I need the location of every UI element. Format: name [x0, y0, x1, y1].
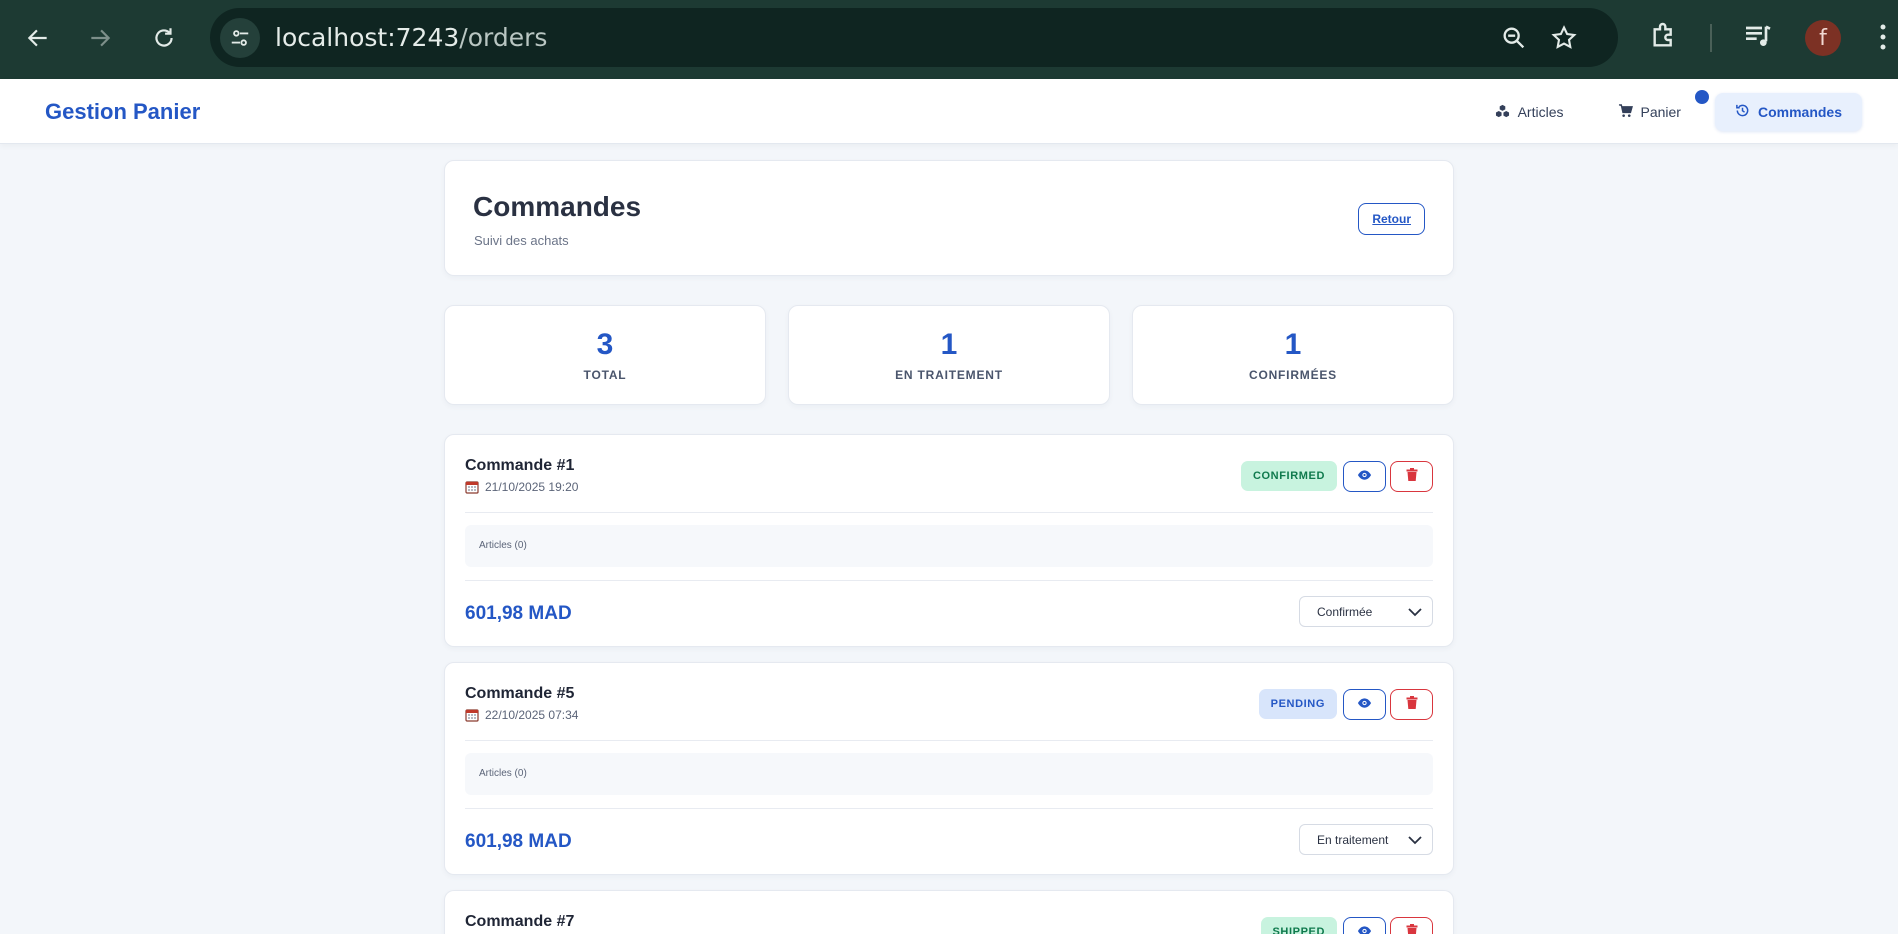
divider	[465, 740, 1433, 741]
page-title: Commandes	[473, 191, 642, 222]
cart-count-badge	[1694, 89, 1709, 104]
page-title-card: Commandes Suivi des achats Retour	[444, 160, 1454, 276]
order-card: Commande #7 SHIPPED	[444, 890, 1454, 934]
status-badge: SHIPPED	[1260, 917, 1337, 934]
view-order-button[interactable]	[1343, 917, 1386, 934]
order-title: Commande #7	[465, 913, 575, 930]
back-button[interactable]: Retour	[1358, 203, 1425, 235]
reload-icon[interactable]	[144, 18, 184, 58]
trash-icon	[1406, 467, 1418, 486]
divider	[465, 580, 1433, 581]
divider	[465, 512, 1433, 513]
extensions-icon[interactable]	[1648, 20, 1680, 57]
nav-panier[interactable]: Panier	[1598, 89, 1709, 131]
back-arrow-icon[interactable]	[18, 18, 58, 58]
order-date: 22/10/2025 07:34	[465, 708, 578, 722]
stat-value: 1	[940, 328, 958, 361]
stat-total: 3 TOTAL	[444, 305, 766, 405]
nav-commandes-label: Commandes	[1757, 104, 1842, 120]
view-order-button[interactable]	[1343, 689, 1386, 720]
brand-logo[interactable]: Gestion Panier	[45, 99, 200, 125]
order-card: Commande #5 22/10/2025 07:34 PENDING Art…	[444, 662, 1454, 875]
stat-value: 1	[1284, 328, 1302, 361]
history-icon	[1735, 103, 1750, 121]
order-items-box: Articles (0)	[465, 753, 1433, 795]
order-title: Commande #5	[465, 685, 575, 702]
stat-processing: 1 EN TRAITEMENT	[788, 305, 1110, 405]
stat-label: CONFIRMÉES	[1248, 368, 1337, 382]
main-nav: Articles Panier Commandes	[1475, 89, 1862, 131]
order-items-box: Articles (0)	[465, 525, 1433, 567]
calendar-icon	[465, 708, 479, 722]
bookmark-star-icon[interactable]	[1550, 24, 1578, 57]
cubes-icon	[1495, 104, 1510, 121]
order-date-text: 21/10/2025 19:20	[485, 480, 579, 494]
status-select-value: En traitement	[1317, 832, 1389, 847]
stat-label: EN TRAITEMENT	[895, 368, 1003, 382]
order-items-count: Articles (0)	[479, 540, 527, 551]
cart-icon	[1618, 103, 1633, 121]
eye-icon	[1357, 696, 1372, 714]
zoom-icon[interactable]	[1500, 24, 1528, 57]
media-controls-icon[interactable]	[1742, 20, 1774, 57]
main-content: Commandes Suivi des achats Retour 3 TOTA…	[444, 160, 1454, 934]
order-status-select[interactable]: Confirmée	[1299, 596, 1433, 627]
chevron-down-icon	[1408, 834, 1422, 848]
nav-commandes[interactable]: Commandes	[1714, 93, 1862, 131]
delete-order-button[interactable]	[1390, 461, 1433, 492]
order-items-count: Articles (0)	[479, 768, 527, 779]
stats-row: 3 TOTAL 1 EN TRAITEMENT 1 CONFIRMÉES	[444, 305, 1454, 405]
status-select-value: Confirmée	[1317, 604, 1373, 619]
order-date: 21/10/2025 19:20	[465, 480, 578, 494]
address-bar[interactable]: localhost:7243/orders	[210, 8, 1618, 67]
toolbar-divider	[1710, 24, 1712, 52]
order-date-text: 22/10/2025 07:34	[485, 708, 579, 722]
view-order-button[interactable]	[1343, 461, 1386, 492]
url-text[interactable]: localhost:7243/orders	[275, 23, 547, 52]
stat-value: 3	[596, 328, 614, 361]
stat-label: TOTAL	[583, 368, 627, 382]
eye-icon	[1357, 924, 1372, 934]
nav-panier-label: Panier	[1640, 104, 1681, 120]
order-total: 601,98 MAD	[465, 831, 572, 852]
profile-avatar[interactable]: f	[1805, 20, 1841, 56]
kebab-menu-icon[interactable]	[1878, 22, 1888, 57]
order-card: Commande #1 21/10/2025 19:20 CONFIRMED A…	[444, 434, 1454, 647]
stat-confirmed: 1 CONFIRMÉES	[1132, 305, 1454, 405]
nav-articles-label: Articles	[1517, 104, 1564, 120]
app-header: Gestion Panier Articles Panier Commandes	[0, 79, 1898, 144]
browser-toolbar: localhost:7243/orders f	[0, 0, 1898, 79]
nav-articles[interactable]: Articles	[1475, 94, 1584, 131]
order-total: 601,98 MAD	[465, 603, 572, 624]
url-path: /orders	[459, 23, 548, 52]
page-subtitle: Suivi des achats	[474, 233, 569, 248]
url-host: localhost:7243	[275, 23, 460, 52]
order-title: Commande #1	[465, 457, 575, 474]
status-badge: PENDING	[1258, 689, 1337, 719]
eye-icon	[1357, 468, 1372, 486]
divider	[465, 808, 1433, 809]
delete-order-button[interactable]	[1390, 917, 1433, 934]
site-info-icon[interactable]	[220, 18, 260, 58]
forward-arrow-icon[interactable]	[80, 18, 120, 58]
trash-icon	[1406, 923, 1418, 934]
status-badge: CONFIRMED	[1240, 461, 1337, 491]
order-status-select[interactable]: En traitement	[1299, 824, 1433, 855]
delete-order-button[interactable]	[1390, 689, 1433, 720]
calendar-icon	[465, 480, 479, 494]
trash-icon	[1406, 695, 1418, 714]
chevron-down-icon	[1408, 606, 1422, 620]
